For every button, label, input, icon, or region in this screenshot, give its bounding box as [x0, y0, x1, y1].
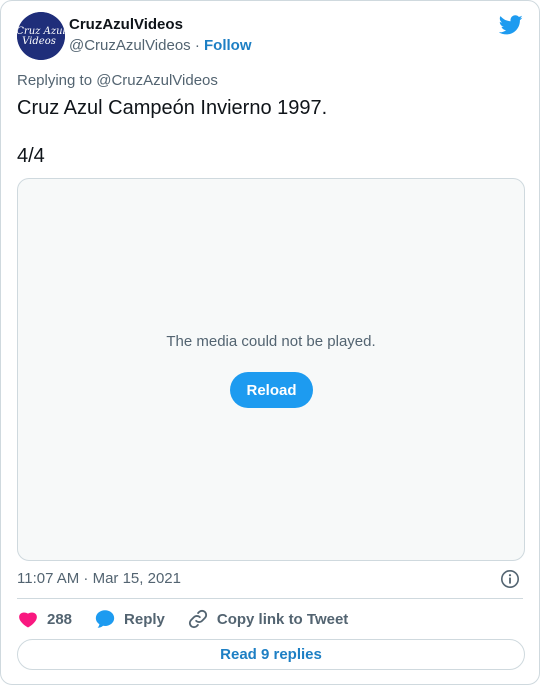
- info-icon[interactable]: [500, 569, 520, 589]
- copy-link-label: Copy link to Tweet: [216, 610, 349, 628]
- media-error-message: The media could not be played.: [166, 333, 376, 350]
- follow-link[interactable]: Follow: [204, 37, 252, 54]
- author-avatar[interactable]: Cruz Azul Videos: [17, 12, 65, 60]
- link-icon: [188, 609, 207, 629]
- tweet-text: Cruz Azul Campeón Invierno 1997. 4/4: [17, 97, 328, 167]
- action-bar: 288 Reply Copy link to Tweet: [17, 607, 370, 631]
- like-button[interactable]: 288: [17, 608, 72, 630]
- author-handle[interactable]: @CruzAzulVideos: [69, 37, 191, 54]
- reply-context[interactable]: Replying to @CruzAzulVideos: [17, 72, 218, 89]
- read-replies-button[interactable]: Read 9 replies: [17, 639, 525, 670]
- reload-button[interactable]: Reload: [230, 372, 313, 408]
- avatar-logo: Cruz Azul Videos: [17, 12, 65, 60]
- reply-button[interactable]: Reply: [94, 608, 165, 630]
- twitter-bird-icon[interactable]: [499, 13, 523, 37]
- reply-bubble-icon: [95, 610, 115, 628]
- tweet-embed-card: Cruz Azul Videos CruzAzulVideos @CruzAzu…: [0, 0, 540, 685]
- copy-link-button[interactable]: Copy link to Tweet: [187, 608, 348, 630]
- like-count: 288: [47, 610, 73, 628]
- author-handle-row: @CruzAzulVideos · Follow: [69, 37, 252, 54]
- divider: [17, 598, 523, 599]
- media-player[interactable]: The media could not be played. Reload: [17, 178, 525, 561]
- handle-separator: ·: [190, 37, 205, 54]
- author-name[interactable]: CruzAzulVideos: [69, 16, 183, 33]
- tweet-timestamp[interactable]: 11:07 AM · Mar 15, 2021: [17, 570, 181, 587]
- reply-label: Reply: [124, 610, 165, 628]
- heart-icon: [19, 612, 37, 628]
- svg-text:Videos: Videos: [22, 36, 56, 47]
